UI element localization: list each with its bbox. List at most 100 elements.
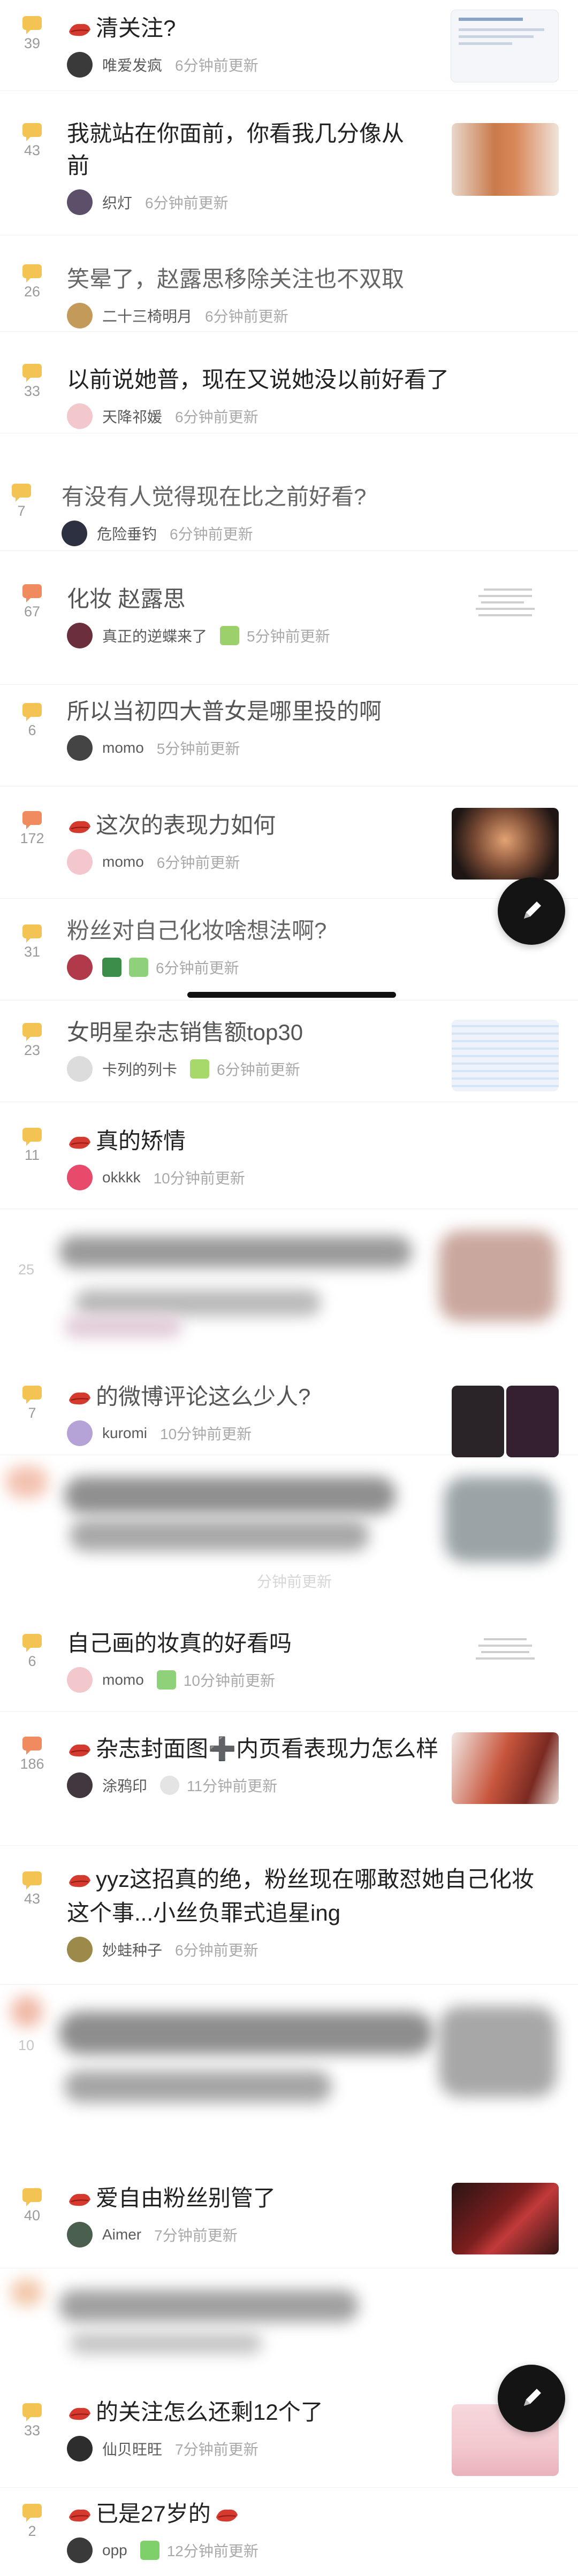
post-item[interactable]: 172 这次的表现力如何 momo 6分钟前更新: [0, 786, 578, 899]
avatar[interactable]: [67, 1667, 93, 1693]
post-item[interactable]: 40 爱自由粉丝别管了 Aimer 7分钟前更新: [0, 2161, 578, 2268]
post-item[interactable]: 26 笑晕了，赵露思移除关注也不双取 二十三椅明月 6分钟前更新: [0, 235, 578, 332]
post-item[interactable]: 43 yyz这招真的绝，粉丝现在哪敢怼她自己化妆这个事...小丝负罪式追星ing…: [0, 1846, 578, 1985]
avatar[interactable]: [62, 520, 87, 546]
post-title[interactable]: 清关注?: [67, 11, 258, 44]
post-title[interactable]: 以前说她普，现在又说她没以前好看了: [67, 364, 449, 396]
author-name[interactable]: momo: [102, 853, 144, 870]
post-item[interactable]: 186 杂志封面图➕内页看表现力怎么样 涂鸦印 11分钟前更新: [0, 1712, 578, 1846]
author-name[interactable]: 卡列的列卡: [102, 1058, 177, 1080]
avatar[interactable]: [67, 735, 93, 761]
author-name[interactable]: opp: [102, 2542, 127, 2559]
update-time: 6分钟前更新: [145, 195, 229, 211]
avatar[interactable]: [67, 1164, 93, 1190]
post-thumbnail[interactable]: [452, 1020, 559, 1091]
post-title[interactable]: 已是27岁的: [67, 2496, 258, 2530]
post-title[interactable]: 的关注怎么还剩12个了: [67, 2395, 323, 2428]
post-body: 杂志封面图➕内页看表现力怎么样 涂鸦印 11分钟前更新: [67, 1731, 442, 1798]
author-name[interactable]: 妙蛙种子: [102, 1939, 162, 1960]
post-item[interactable]: 33 以前说她普，现在又说她没以前好看了 天降祁媛 6分钟前更新: [0, 332, 578, 433]
post-title[interactable]: 真的矫情: [67, 1123, 245, 1157]
avatar[interactable]: [67, 303, 93, 328]
post-title[interactable]: 化妆 赵露思: [67, 583, 330, 615]
avatar[interactable]: [67, 403, 93, 429]
reply-block: 7: [5, 484, 37, 519]
post-item[interactable]: 33 的关注怎么还剩12个了 仙贝旺旺 7分钟前更新: [0, 2391, 578, 2488]
post-thumbnail[interactable]: [506, 1386, 559, 1457]
post-thumbnail[interactable]: [452, 578, 559, 649]
post-title[interactable]: 粉丝对自己化妆啥想法啊?: [67, 915, 326, 947]
post-title[interactable]: 我就站在你面前，你看我几分像从前: [67, 118, 420, 182]
post-item[interactable]: 7 有没有人觉得现在比之前好看? 危险垂钓 6分钟前更新: [0, 433, 578, 551]
chat-bubble-icon: [22, 2403, 42, 2421]
author-name[interactable]: 二十三椅明月: [102, 305, 192, 326]
avatar[interactable]: [67, 1420, 93, 1446]
post-thumbnail[interactable]: [452, 1732, 559, 1804]
post-item[interactable]: 11 真的矫情 okkkk 10分钟前更新: [0, 1102, 578, 1209]
post-item[interactable]: 6 自己画的妆真的好看吗 momo 10分钟前更新: [0, 1616, 578, 1712]
author-name[interactable]: 真正的逆蝶来了: [102, 625, 207, 646]
leaf-icon: [220, 626, 240, 645]
compose-button[interactable]: [498, 2365, 565, 2432]
post-thumbnail[interactable]: [452, 1386, 504, 1457]
update-time: 7分钟前更新: [154, 2227, 238, 2244]
sticker-icon: [160, 1775, 180, 1795]
avatar[interactable]: [67, 189, 93, 215]
reply-count: 25: [18, 1262, 35, 1278]
post-meta: 6分钟前更新: [67, 954, 326, 980]
post-item[interactable]: 67 化妆 赵露思 真正的逆蝶来了 5分钟前更新: [0, 551, 578, 685]
avatar[interactable]: [67, 2435, 93, 2462]
post-thumbnail[interactable]: [452, 2183, 559, 2254]
post-meta: kuromi 10分钟前更新: [67, 1420, 310, 1446]
author-name[interactable]: okkkk: [102, 1169, 141, 1186]
post-item[interactable]: 31 粉丝对自己化妆啥想法啊? 6分钟前更新: [0, 899, 578, 1000]
post-item[interactable]: 43 我就站在你面前，你看我几分像从前 织灯 6分钟前更新: [0, 91, 578, 235]
avatar[interactable]: [67, 2221, 93, 2248]
avatar[interactable]: [67, 2537, 93, 2563]
update-time: 6分钟前更新: [217, 1061, 300, 1078]
author-name[interactable]: momo: [102, 1671, 144, 1688]
author-name[interactable]: 危险垂钓: [97, 523, 157, 544]
author-name[interactable]: Aimer: [102, 2226, 141, 2243]
avatar[interactable]: [67, 954, 93, 980]
lipstick-icon: [69, 1875, 90, 1887]
avatar[interactable]: [67, 1772, 93, 1798]
post-thumbnail[interactable]: [452, 1630, 559, 1701]
post-title[interactable]: 杂志封面图➕内页看表现力怎么样: [67, 1731, 442, 1765]
author-name[interactable]: momo: [102, 739, 144, 756]
author-name[interactable]: 天降祁媛: [102, 406, 162, 427]
post-item[interactable]: 6 所以当初四大普女是哪里投的啊 momo 5分钟前更新: [0, 685, 578, 786]
post-title[interactable]: 所以当初四大普女是哪里投的啊: [67, 695, 382, 728]
post-item[interactable]: 23 女明星杂志销售额top30 卡列的列卡 6分钟前更新: [0, 1000, 578, 1102]
post-thumbnail[interactable]: [451, 10, 559, 82]
author-name[interactable]: 织灯: [102, 192, 132, 213]
post-item[interactable]: 2 已是27岁的 opp 12分钟前更新: [0, 2488, 578, 2576]
post-item[interactable]: 39 清关注? 唯爱发疯 6分钟前更新: [0, 0, 578, 91]
avatar[interactable]: [67, 623, 93, 648]
post-title[interactable]: yyz这招真的绝，粉丝现在哪敢怼她自己化妆这个事...小丝负罪式追星ing: [67, 1862, 549, 1929]
pencil-icon: [524, 901, 541, 919]
post-thumbnail[interactable]: [452, 808, 559, 880]
post-item[interactable]: 7 的微博评论这么少人? kuromi 10分钟前更新: [0, 1364, 578, 1457]
post-title[interactable]: 女明星杂志销售额top30: [67, 1016, 303, 1049]
reply-count: 39: [24, 35, 41, 51]
post-title[interactable]: 爱自由粉丝别管了: [67, 2181, 276, 2214]
avatar[interactable]: [67, 849, 93, 875]
post-body: 这次的表现力如何 momo 6分钟前更新: [67, 808, 276, 875]
author-name[interactable]: kuromi: [102, 1425, 147, 1442]
author-name[interactable]: 唯爱发疯: [102, 54, 162, 75]
avatar[interactable]: [67, 51, 93, 78]
post-thumbnail[interactable]: [452, 123, 559, 196]
reply-count: 7: [28, 1405, 36, 1421]
post-title[interactable]: 自己画的妆真的好看吗: [67, 1627, 292, 1660]
post-title[interactable]: 的微博评论这么少人?: [67, 1379, 310, 1413]
avatar[interactable]: [67, 1056, 93, 1082]
avatar[interactable]: [67, 1936, 93, 1962]
author-name[interactable]: 仙贝旺旺: [102, 2438, 162, 2459]
compose-button[interactable]: [498, 877, 565, 945]
post-title[interactable]: 有没有人觉得现在比之前好看?: [62, 479, 366, 513]
post-title[interactable]: 这次的表现力如何: [67, 808, 276, 842]
reply-count: 11: [24, 1147, 40, 1163]
author-name[interactable]: 涂鸦印: [102, 1775, 147, 1796]
post-title[interactable]: 笑晕了，赵露思移除关注也不双取: [67, 263, 404, 295]
